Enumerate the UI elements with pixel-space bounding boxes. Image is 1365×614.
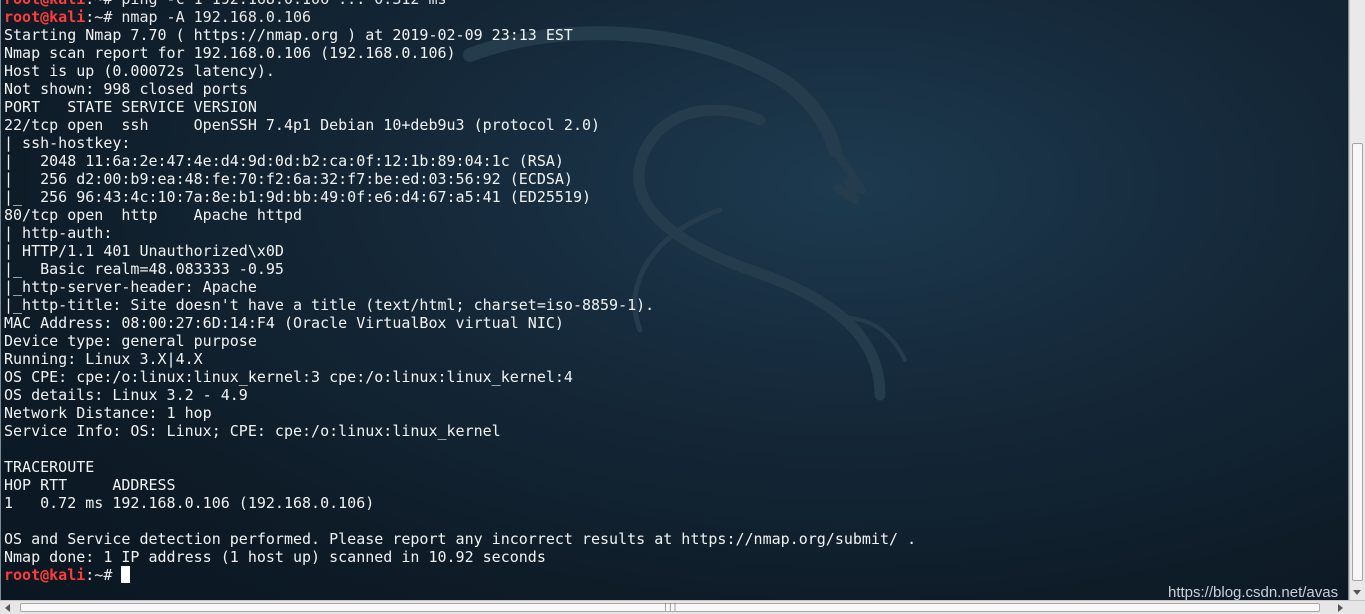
prompt-user: root@kali	[4, 8, 86, 26]
scroll-right-arrow-icon[interactable]	[1338, 604, 1343, 612]
terminal-line: 1 0.72 ms 192.168.0.106 (192.168.0.106)	[4, 494, 375, 512]
prompt-command: :~# nmap -A 192.168.0.106	[85, 8, 312, 26]
horizontal-scrollbar[interactable]: |||	[0, 600, 1365, 614]
terminal-line: Not shown: 998 closed ports	[4, 80, 248, 98]
scroll-grip-icon: |||	[663, 602, 678, 611]
terminal-line: OS CPE: cpe:/o:linux:linux_kernel:3 cpe:…	[4, 368, 573, 386]
prompt-user: root@kali	[4, 566, 86, 584]
terminal-line: | http-auth:	[4, 224, 122, 242]
prompt-command: :~# ping -c 1 192.168.0.106 ... 0.312 ms	[85, 0, 446, 8]
terminal-line: root@kali:~#	[4, 566, 916, 584]
terminal-window: root@kali:~# ping -c 1 192.168.0.106 ...…	[0, 0, 1365, 614]
terminal-line: |_http-server-header: Apache	[4, 278, 257, 296]
terminal-output[interactable]: root@kali:~# ping -c 1 192.168.0.106 ...…	[0, 0, 1349, 600]
terminal-line: OS and Service detection performed. Plea…	[4, 530, 917, 548]
terminal-line: Running: Linux 3.X|4.X	[4, 350, 203, 368]
terminal-line: 80/tcp open http Apache httpd	[4, 206, 303, 224]
vertical-scrollbar[interactable]	[1349, 0, 1365, 600]
prompt-command: :~#	[85, 566, 122, 584]
terminal-line: root@kali:~# ping -c 1 192.168.0.106 ...…	[4, 0, 916, 8]
terminal-line: |_ Basic realm=48.083333 -0.95	[4, 260, 284, 278]
prompt-user: root@kali	[4, 0, 85, 8]
terminal-lines: root@kali:~# ping -c 1 192.168.0.106 ...…	[4, 0, 916, 584]
terminal-line: |_http-title: Site doesn't have a title …	[4, 296, 655, 314]
terminal-line: HOP RTT ADDRESS	[4, 476, 176, 494]
terminal-line: root@kali:~# nmap -A 192.168.0.106	[4, 8, 916, 26]
scroll-down-arrow-icon[interactable]	[1353, 590, 1361, 595]
terminal-line: | 2048 11:6a:2e:47:4e:d4:9d:0d:b2:ca:0f:…	[4, 152, 564, 170]
terminal-line: MAC Address: 08:00:27:6D:14:F4 (Oracle V…	[4, 314, 564, 332]
cursor-icon	[121, 566, 131, 583]
terminal-line: PORT STATE SERVICE VERSION	[4, 98, 257, 116]
terminal-line: OS details: Linux 3.2 - 4.9	[4, 386, 248, 404]
terminal-line: | 256 d2:00:b9:ea:48:fe:70:f2:6a:32:f7:b…	[4, 170, 573, 188]
scroll-left-arrow-icon[interactable]	[5, 604, 10, 612]
terminal-line: 22/tcp open ssh OpenSSH 7.4p1 Debian 10+…	[4, 116, 601, 134]
terminal-line: Nmap done: 1 IP address (1 host up) scan…	[4, 548, 546, 566]
terminal-line: TRACEROUTE	[4, 458, 95, 476]
terminal-line: Service Info: OS: Linux; CPE: cpe:/o:lin…	[4, 422, 501, 440]
terminal-line: Starting Nmap 7.70 ( https://nmap.org ) …	[4, 26, 573, 44]
terminal-line: Host is up (0.00072s latency).	[4, 62, 275, 80]
terminal-line: | ssh-hostkey:	[4, 134, 140, 152]
terminal-line: Network Distance: 1 hop	[4, 404, 212, 422]
terminal-line: |_ 256 96:43:4c:10:7a:8e:b1:9d:bb:49:0f:…	[4, 188, 591, 206]
terminal-line: Nmap scan report for 192.168.0.106 (192.…	[4, 44, 456, 62]
terminal-line: | HTTP/1.1 401 Unauthorized\x0D	[4, 242, 284, 260]
terminal-line: Device type: general purpose	[4, 332, 257, 350]
watermark-url: https://blog.csdn.net/avas	[1168, 584, 1339, 601]
vertical-scroll-thumb[interactable]	[1352, 143, 1363, 581]
